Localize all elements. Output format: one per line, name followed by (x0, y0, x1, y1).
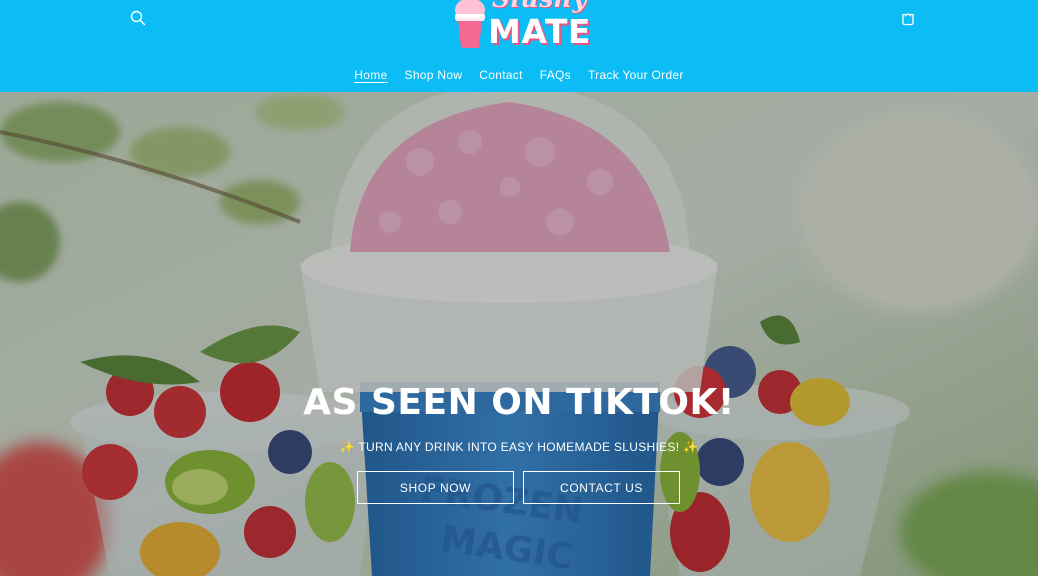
cart-button[interactable] (896, 6, 920, 30)
logo-main-text: MATE (488, 12, 591, 51)
contact-us-button[interactable]: CONTACT US (523, 471, 680, 504)
nav-item-track-order[interactable]: Track Your Order (588, 68, 684, 82)
nav-item-shop-now[interactable]: Shop Now (405, 68, 463, 82)
cart-icon (902, 13, 914, 26)
hero-banner: FROZEN MAGIC AS SEEN ON TIKTOK! ✨ TURN A… (0, 92, 1038, 576)
nav-item-faqs[interactable]: FAQs (540, 68, 571, 82)
shop-now-button[interactable]: SHOP NOW (357, 471, 514, 504)
main-nav: Home Shop Now Contact FAQs Track Your Or… (0, 68, 1038, 82)
hero-background-image: FROZEN MAGIC (0, 92, 1038, 576)
search-icon (130, 10, 146, 26)
site-logo[interactable]: Slushy MATE (452, 0, 590, 54)
slushy-cup-icon (455, 0, 485, 48)
search-button[interactable] (126, 6, 150, 30)
site-header: Slushy MATE Home Shop Now Contact FAQs T… (0, 0, 1038, 92)
nav-item-home[interactable]: Home (354, 68, 387, 82)
hero-title: AS SEEN ON TIKTOK! (303, 382, 735, 423)
hero-subtitle: ✨ TURN ANY DRINK INTO EASY HOMEMADE SLUS… (339, 440, 699, 454)
nav-item-contact[interactable]: Contact (479, 68, 522, 82)
